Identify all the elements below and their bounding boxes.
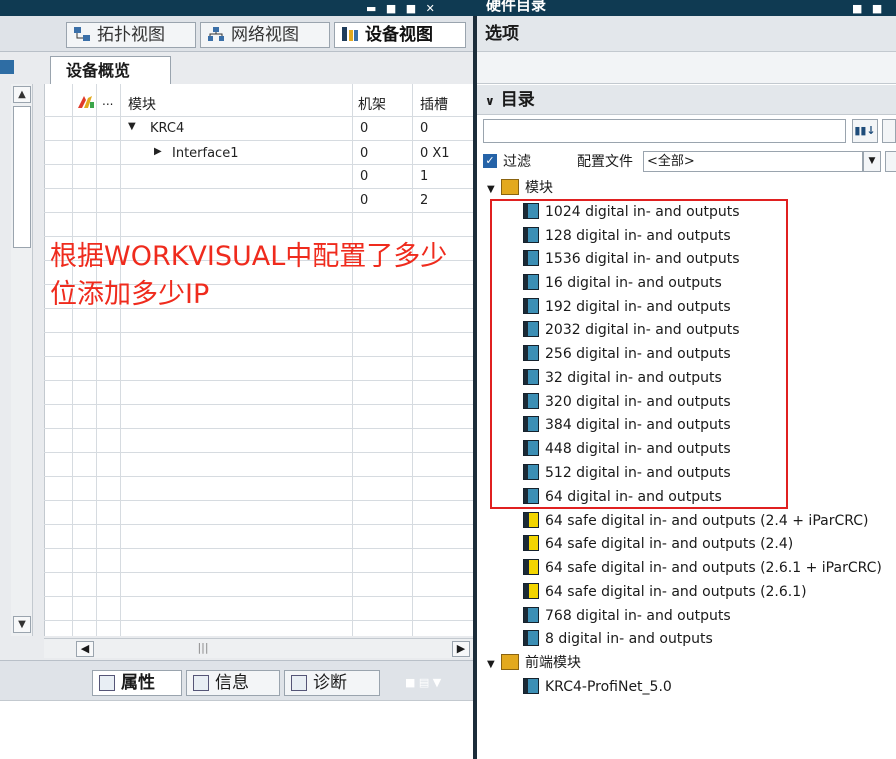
expand-icon[interactable]: ▼ xyxy=(128,121,136,132)
safe-module-icon xyxy=(523,583,539,599)
rack-cell: 0 xyxy=(360,169,369,184)
profile-label: 配置文件 xyxy=(577,154,633,170)
safe-module-icon xyxy=(523,559,539,575)
scroll-up-button[interactable]: ▲ xyxy=(13,86,31,103)
tab-network-view[interactable]: 网络视图 xyxy=(200,22,330,48)
info-icon xyxy=(193,675,209,691)
filter-checkbox[interactable]: ✓ xyxy=(483,154,497,168)
tab-topology-view[interactable]: 拓扑视图 xyxy=(66,22,196,48)
tab-info[interactable]: 信息 xyxy=(186,670,280,696)
list-item[interactable]: KRC4-ProfiNet_5.0 xyxy=(523,676,672,698)
tree-folder-headmodules[interactable]: ▼ 前端模块 xyxy=(487,652,581,674)
safe-module-icon xyxy=(523,535,539,551)
vertical-scrollbar[interactable]: ▲ ▼ xyxy=(11,84,33,636)
options-header[interactable]: 选项 xyxy=(477,16,896,52)
catalog-search-input[interactable] xyxy=(483,119,846,143)
module-icon xyxy=(523,630,539,646)
scroll-thumb[interactable] xyxy=(13,106,31,248)
device-icon xyxy=(341,25,359,41)
tab-device-overview[interactable]: 设备概览 xyxy=(50,56,171,86)
topology-icon xyxy=(73,25,91,41)
scroll-down-button[interactable]: ▼ xyxy=(13,616,31,633)
hardware-catalog-title: 硬件目录 xyxy=(486,0,547,14)
module-icon xyxy=(523,678,539,694)
list-item[interactable]: 64 safe digital in- and outputs (2.6.1 +… xyxy=(523,557,882,579)
expand-icon[interactable]: ▼ xyxy=(487,179,501,201)
safe-module-icon xyxy=(523,512,539,528)
tab-properties[interactable]: 属性 xyxy=(92,670,182,696)
scroll-right-button[interactable]: ▶ xyxy=(452,641,470,657)
expand-icon[interactable]: ▶ xyxy=(154,146,162,157)
tree-folder-modules[interactable]: ▼ 模块 xyxy=(487,177,553,199)
search-down-icon[interactable]: ▮▮↓ xyxy=(852,119,878,143)
list-item[interactable]: 64 safe digital in- and outputs (2.6.1) xyxy=(523,581,807,603)
folder-icon xyxy=(501,654,519,670)
device-icon[interactable] xyxy=(0,60,14,74)
list-item[interactable]: 8 digital in- and outputs xyxy=(523,628,713,650)
rack-column-header[interactable]: 机架 xyxy=(358,94,386,114)
list-item[interactable]: 64 safe digital in- and outputs (2.4) xyxy=(523,533,793,555)
table-row[interactable]: Interface1 xyxy=(172,146,238,161)
slot-cell: 1 xyxy=(420,169,429,184)
window-controls-left[interactable]: ▬ ■ ■ ✕ xyxy=(366,2,438,15)
panel-controls-icon[interactable]: ■ ▤ ▼ xyxy=(405,676,467,690)
network-icon xyxy=(207,25,225,41)
diagnostics-icon xyxy=(291,675,307,691)
profile-select[interactable]: <全部> xyxy=(643,151,863,172)
rack-cell: 0 xyxy=(360,146,369,161)
scroll-left-button[interactable]: ◀ xyxy=(76,641,94,657)
window-controls-right[interactable]: ■ ■ xyxy=(852,2,885,15)
horizontal-scrollbar[interactable]: ◀ ||| ▶ xyxy=(44,638,473,658)
title-bar: ▬ ■ ■ ✕ 硬件目录 ■ ■ xyxy=(0,0,896,16)
properties-icon xyxy=(99,675,115,691)
profile-edit-icon[interactable] xyxy=(885,151,896,172)
module-column-header[interactable]: 模块 xyxy=(128,94,156,114)
device-overview-table xyxy=(44,84,473,636)
list-item[interactable]: 64 safe digital in- and outputs (2.4 + i… xyxy=(523,510,869,532)
slot-column-header[interactable]: 插槽 xyxy=(420,94,448,114)
collapse-icon[interactable]: ∨ xyxy=(485,94,495,108)
expand-icon[interactable]: ▼ xyxy=(487,654,501,676)
search-up-icon[interactable] xyxy=(882,119,896,143)
tab-diagnostics[interactable]: 诊断 xyxy=(284,670,380,696)
rack-cell: 0 xyxy=(360,121,369,136)
inspector-body xyxy=(0,700,473,759)
info-column-header[interactable]: ... xyxy=(102,94,113,108)
annotation-text: 根据WORKVISUAL中配置了多少位添加多少IP xyxy=(50,241,448,310)
scroll-grip-icon: ||| xyxy=(197,641,209,654)
list-item[interactable]: 768 digital in- and outputs xyxy=(523,605,731,627)
rack-cell: 0 xyxy=(360,193,369,208)
highlight-box xyxy=(490,199,788,509)
table-row[interactable]: KRC4 xyxy=(150,121,184,136)
info-column-icon[interactable] xyxy=(76,94,96,114)
filter-row: ✓ 过滤 配置文件 <全部> ▼ xyxy=(483,150,896,174)
slot-cell: 2 xyxy=(420,193,429,208)
tab-device-view[interactable]: 设备视图 xyxy=(334,22,466,48)
slot-cell: 0 xyxy=(420,121,429,136)
folder-icon xyxy=(501,179,519,195)
chevron-down-icon[interactable]: ▼ xyxy=(863,151,881,172)
module-icon xyxy=(523,607,539,623)
catalog-header[interactable]: ∨ 目录 xyxy=(477,85,896,115)
options-area xyxy=(477,52,896,84)
filter-label: 过滤 xyxy=(503,154,531,170)
slot-cell: 0 X1 xyxy=(420,146,450,161)
